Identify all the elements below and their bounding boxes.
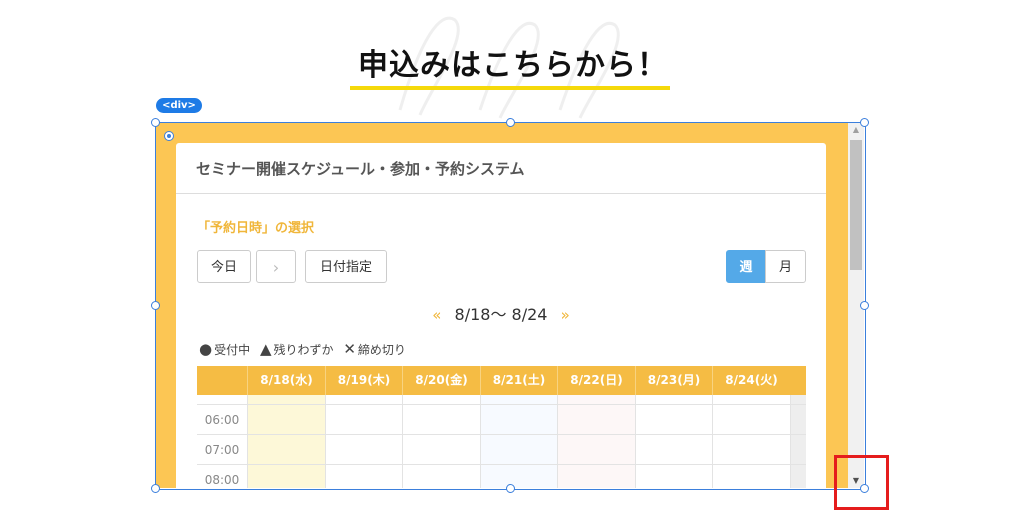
page-heading: 申込みはこちらから！ bbox=[0, 40, 1026, 84]
element-tag-badge: <div> bbox=[156, 98, 202, 113]
selection-outline bbox=[155, 122, 866, 490]
page-title: 申込みはこちらから！ bbox=[358, 48, 668, 83]
resize-handle-top[interactable] bbox=[506, 118, 515, 127]
title-underline bbox=[350, 86, 670, 90]
highlight-annotation bbox=[834, 455, 889, 510]
resize-handle-top-left[interactable] bbox=[151, 118, 160, 127]
resize-handle-left[interactable] bbox=[151, 301, 160, 310]
resize-handle-bottom-left[interactable] bbox=[151, 484, 160, 493]
resize-handle-right[interactable] bbox=[860, 301, 869, 310]
resize-handle-bottom[interactable] bbox=[506, 484, 515, 493]
resize-handle-top-right[interactable] bbox=[860, 118, 869, 127]
